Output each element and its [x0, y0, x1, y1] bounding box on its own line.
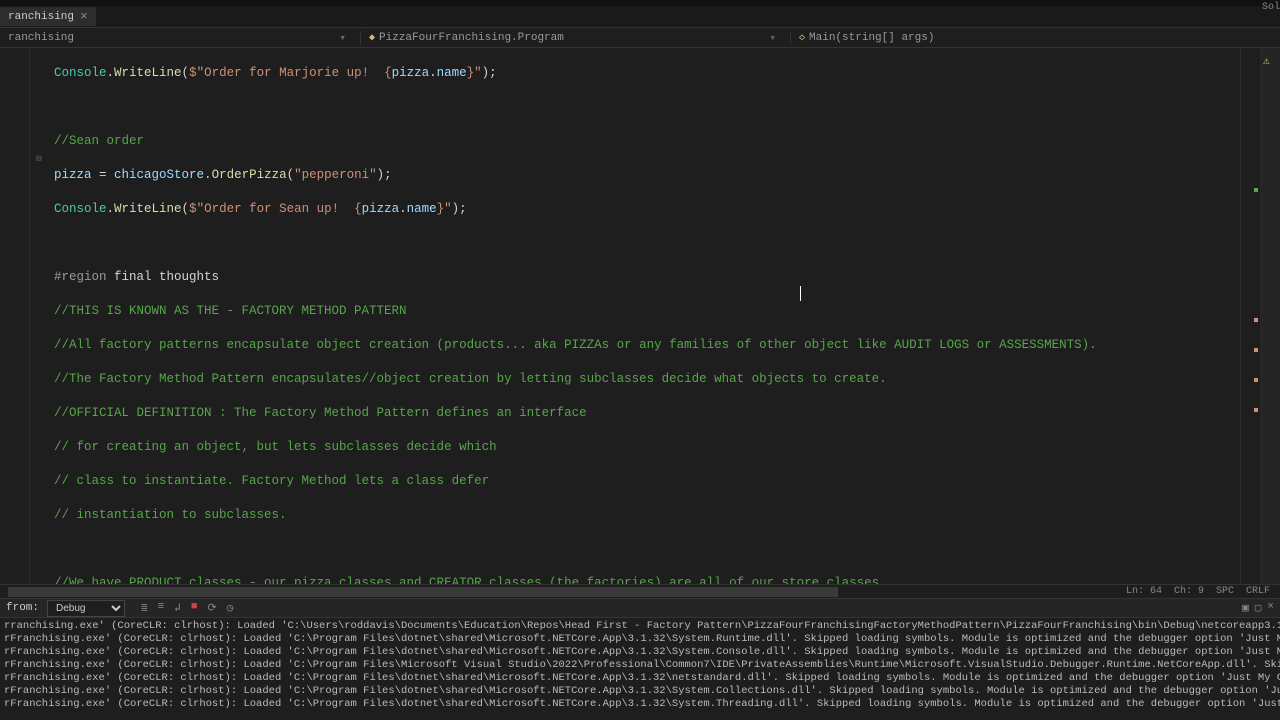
status-line: Ln: 64 — [1126, 586, 1162, 597]
editor-area[interactable]: ⊟ Console.WriteLine($"Order for Marjorie… — [0, 48, 1280, 584]
scroll-marker — [1254, 188, 1258, 192]
output-panel-header: from: Debug ≣ ≡ ↲ ■ ⟳ ◷ ▣ ▢ × — [0, 598, 1280, 618]
wrap-icon[interactable]: ↲ — [174, 601, 181, 615]
solution-tab[interactable]: Sol — [1262, 2, 1280, 13]
stop-icon[interactable]: ■ — [191, 601, 198, 615]
pin-icon[interactable]: ▣ — [1242, 601, 1249, 615]
status-char: Ch: 9 — [1174, 586, 1204, 597]
scroll-marker — [1254, 408, 1258, 412]
file-tab[interactable]: ranchising × — [0, 7, 96, 26]
editor-status: Ln: 64 Ch: 9 SPC CRLF — [1126, 586, 1280, 597]
close-icon[interactable]: × — [80, 9, 88, 24]
breadcrumb-bar: ranchising ▾ ◆ PizzaFourFranchising.Prog… — [0, 28, 1280, 48]
close-panel-icon[interactable]: × — [1267, 601, 1274, 615]
scroll-marker — [1254, 378, 1258, 382]
status-lineending: CRLF — [1246, 586, 1270, 597]
breadcrumb-method[interactable]: ◇ Main(string[] args) — [790, 32, 942, 44]
chevron-down-icon[interactable]: ▾ — [769, 31, 782, 45]
horizontal-scrollbar[interactable]: Ln: 64 Ch: 9 SPC CRLF — [0, 584, 1280, 598]
vertical-scrollbar-preview[interactable] — [1240, 48, 1260, 584]
fold-column[interactable]: ⊟ — [30, 48, 48, 584]
maximize-icon[interactable]: ▢ — [1255, 601, 1262, 615]
clear-output-icon[interactable]: ≣ — [141, 601, 148, 615]
tab-label: ranchising — [8, 11, 74, 23]
text-cursor — [800, 286, 801, 301]
output-from-label: from: — [6, 602, 39, 614]
clock-icon[interactable]: ◷ — [227, 601, 234, 615]
error-indicator-column: ⚠ — [1260, 48, 1280, 584]
output-source-select[interactable]: Debug — [47, 600, 125, 617]
breadcrumb-class[interactable]: ◆ PizzaFourFranchising.Program ▾ — [360, 31, 790, 45]
code-editor[interactable]: Console.WriteLine($"Order for Marjorie u… — [48, 48, 1240, 584]
toggle-icon[interactable]: ≡ — [158, 601, 165, 615]
fold-minus-icon[interactable]: ⊟ — [30, 150, 48, 167]
class-icon: ◆ — [369, 32, 375, 44]
scroll-thumb[interactable] — [8, 587, 838, 597]
find-icon[interactable]: ⟳ — [207, 601, 216, 615]
warning-icon[interactable]: ⚠ — [1263, 54, 1270, 68]
line-number-gutter — [0, 48, 30, 584]
output-panel-body[interactable]: rranchising.exe' (CoreCLR: clrhost): Loa… — [0, 618, 1280, 720]
file-tab-bar: ranchising × Sol — [0, 6, 1280, 28]
method-icon: ◇ — [799, 32, 805, 44]
chevron-down-icon[interactable]: ▾ — [339, 31, 352, 45]
scroll-marker — [1254, 348, 1258, 352]
breadcrumb-project[interactable]: ranchising ▾ — [0, 31, 360, 45]
scroll-marker — [1254, 318, 1258, 322]
status-indent: SPC — [1216, 586, 1234, 597]
